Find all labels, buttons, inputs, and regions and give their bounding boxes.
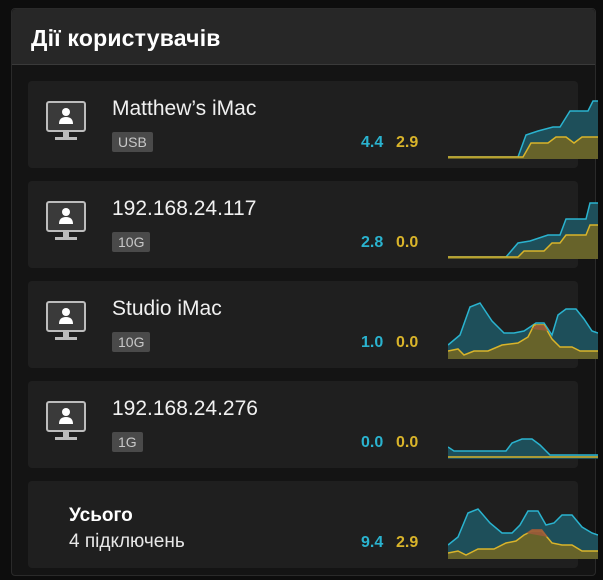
activity-sparkline: [448, 438, 598, 459]
monitor-user-icon: [46, 301, 86, 340]
incoming-rate: 0.0: [361, 434, 384, 451]
user-row[interactable]: 192.168.24.276 1G 0.0 0.0: [28, 381, 598, 468]
connection-type-badge: 10G: [112, 232, 151, 252]
incoming-rate: 2.8: [361, 234, 384, 251]
outgoing-rate: 0.0: [396, 234, 419, 251]
user-row[interactable]: Matthew’s iMac USB 4.4 2.9: [28, 81, 598, 168]
connection-type-badge: 1G: [112, 432, 143, 452]
outgoing-rate: 0.0: [396, 434, 419, 451]
activity-sparkline: [448, 100, 598, 159]
device-name: 192.168.24.117: [112, 197, 257, 220]
activity-sparkline: [448, 302, 598, 359]
user-row[interactable]: Studio iMac 10G 1.0 0.0: [28, 281, 598, 368]
connection-type-badge: 10G: [112, 332, 151, 352]
monitor-user-icon: [46, 401, 86, 440]
total-activity-sparkline: [448, 508, 598, 559]
incoming-rate: 4.4: [361, 134, 384, 151]
incoming-rate: 1.0: [361, 334, 384, 351]
connection-type-badge: USB: [112, 132, 153, 152]
total-label: Усього: [69, 505, 133, 526]
panel-title: Дії користувачів: [31, 25, 221, 51]
connections-count: 4 підключень: [69, 531, 185, 552]
device-name: Matthew’s iMac: [112, 97, 257, 120]
device-name: Studio iMac: [112, 297, 222, 320]
panel-header: Дії користувачів: [12, 9, 595, 65]
total-incoming-rate: 9.4: [361, 534, 384, 551]
user-row[interactable]: 192.168.24.117 10G 2.8 0.0: [28, 181, 598, 268]
monitor-user-icon: [46, 201, 86, 240]
total-row: Усього 4 підключень 9.4 2.9: [28, 481, 598, 568]
user-activity-panel: Дії користувачів Matthew’s iMac USB 4.4 …: [11, 8, 598, 576]
outgoing-rate: 2.9: [396, 134, 419, 151]
outgoing-rate: 0.0: [396, 334, 419, 351]
total-outgoing-rate: 2.9: [396, 534, 419, 551]
device-name: 192.168.24.276: [112, 397, 258, 420]
activity-sparkline: [448, 202, 598, 259]
monitor-user-icon: [46, 101, 86, 140]
